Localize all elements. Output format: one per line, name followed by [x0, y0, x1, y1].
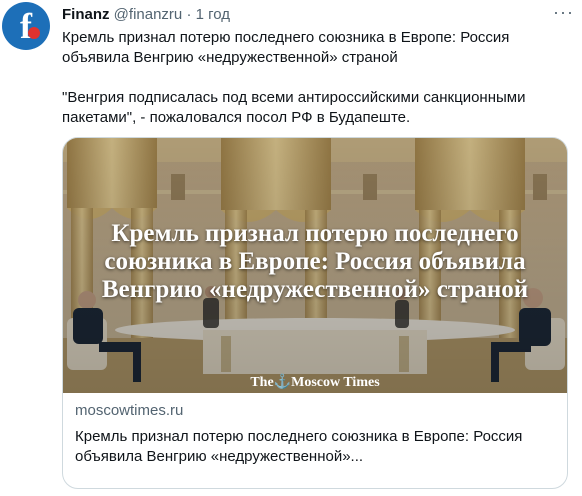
avatar-dot-icon — [28, 27, 40, 39]
timestamp[interactable]: 1 год — [196, 6, 230, 23]
tweet-header: Finanz @finanzru · 1 год — [62, 6, 230, 23]
more-options-icon[interactable]: ··· — [553, 2, 574, 23]
brand-prefix: The — [250, 375, 274, 390]
publisher-logo: The⚓Moscow Times — [63, 374, 567, 391]
image-headline: Кремль признал потерю последнего союзник… — [101, 220, 529, 303]
tweet-paragraph-1: Кремль признал потерю последнего союзник… — [62, 29, 510, 66]
account-name[interactable]: Finanz — [62, 6, 110, 23]
avatar[interactable]: f — [2, 2, 50, 50]
card-domain: moscowtimes.ru — [75, 402, 184, 419]
card-image[interactable]: Кремль признал потерю последнего союзник… — [63, 138, 567, 393]
tweet-text: Кремль признал потерю последнего союзник… — [62, 28, 567, 128]
brand-name: Moscow Times — [291, 375, 380, 390]
separator: · — [186, 6, 192, 23]
link-card[interactable]: Кремль признал потерю последнего союзник… — [62, 137, 568, 489]
card-title: Кремль признал потерю последнего союзник… — [75, 428, 523, 465]
tweet-paragraph-2: "Венгрия подписалась под всеми антиросси… — [62, 89, 526, 126]
card-meta[interactable]: moscowtimes.ru Кремль признал потерю пос… — [75, 401, 555, 467]
anchor-icon: ⚓ — [273, 375, 292, 390]
account-handle[interactable]: @finanzru — [114, 6, 183, 23]
avatar-letter: f — [20, 6, 32, 46]
